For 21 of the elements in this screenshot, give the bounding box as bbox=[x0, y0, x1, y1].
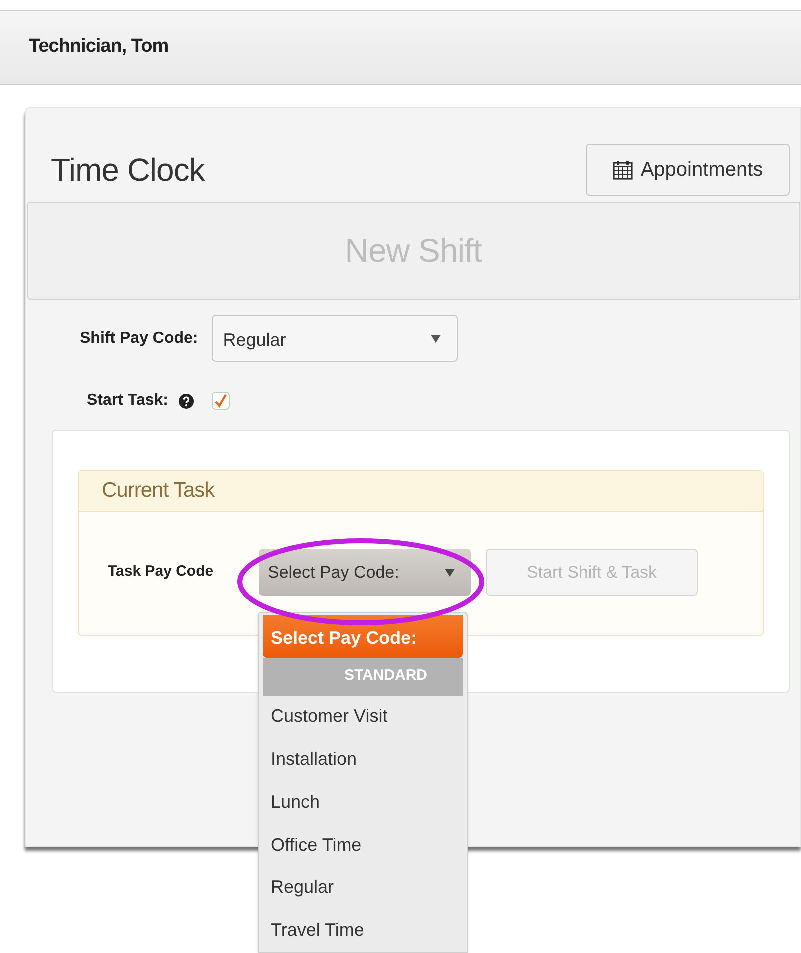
dropdown-arrow-icon bbox=[445, 568, 455, 576]
dropdown-option[interactable]: Travel Time bbox=[263, 909, 463, 952]
option-group-header: STANDARD bbox=[263, 658, 463, 696]
help-icon bbox=[178, 394, 194, 408]
dropdown-option[interactable]: Lunch bbox=[263, 781, 463, 824]
task-pay-code-label: Task Pay Code bbox=[108, 562, 215, 582]
panel-title: Current Task bbox=[102, 478, 215, 504]
calendar-icon bbox=[612, 160, 633, 180]
shift-pay-code-select[interactable]: Regular bbox=[212, 315, 458, 362]
user-name: Technician, Tom bbox=[29, 35, 169, 60]
start-task-label: Start Task: bbox=[87, 391, 169, 411]
dropdown-option[interactable]: Office Time bbox=[263, 824, 463, 866]
dropdown-option[interactable]: Installation bbox=[263, 738, 463, 782]
dropdown-option[interactable]: Regular bbox=[263, 866, 463, 910]
appointments-button[interactable]: Appointments bbox=[586, 144, 790, 196]
dropdown-option[interactable]: Customer Visit bbox=[263, 696, 463, 738]
dropdown-arrow-icon bbox=[431, 335, 442, 343]
card-title: Time Clock bbox=[51, 151, 205, 190]
shift-pay-code-label: Shift Pay Code: bbox=[80, 328, 198, 348]
start-task-checkbox[interactable] bbox=[212, 392, 230, 410]
task-pay-code-select[interactable]: Select Pay Code: bbox=[259, 549, 471, 596]
